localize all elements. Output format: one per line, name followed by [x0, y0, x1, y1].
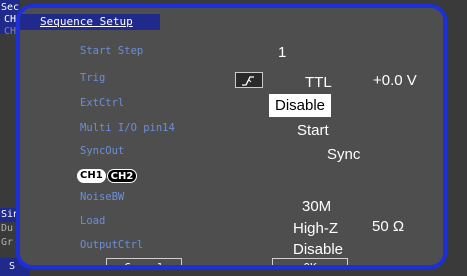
value-load-mode[interactable]: High-Z	[293, 220, 338, 237]
value-outputctrl[interactable]: Disable	[293, 241, 343, 258]
channel-tabs[interactable]: CH1 CH2	[77, 169, 138, 183]
label-trig: Trig	[80, 72, 106, 84]
label-load: Load	[80, 215, 106, 227]
label-start-step: Start Step	[80, 45, 144, 57]
bg-tab-ch2: CH	[4, 26, 17, 37]
value-noisebw[interactable]: 30M	[302, 198, 331, 215]
tab-ch1[interactable]: CH1	[77, 169, 106, 183]
value-load-ohms[interactable]: 50 Ω	[372, 218, 404, 235]
cancel-button[interactable]: Cancel	[106, 258, 182, 265]
value-trig-level[interactable]: +0.0 V	[373, 72, 417, 89]
value-multi-io[interactable]: Start	[297, 122, 329, 139]
bg-tab-ch1: CH	[4, 14, 17, 25]
value-syncout[interactable]: Sync	[327, 146, 360, 163]
trigger-edge-button[interactable]	[235, 72, 263, 88]
ok-button[interactable]: OK	[272, 258, 348, 265]
value-trig-mode[interactable]: TTL	[305, 74, 332, 91]
bg-tab-label: Sec	[1, 2, 20, 13]
value-start-step[interactable]: 1	[278, 44, 286, 61]
label-syncout: SyncOut	[80, 145, 125, 157]
instrument-screen: Sec CH CH Sin Du Gr S Sequence Setup Sta…	[0, 0, 467, 276]
dialog-title: Sequence Setup	[40, 15, 133, 28]
tab-ch2[interactable]: CH2	[106, 169, 138, 183]
label-noisebw: NoiseBW	[80, 191, 125, 203]
rising-edge-icon	[242, 76, 254, 86]
label-multi-io: Multi I/O pin14	[80, 122, 175, 134]
label-extctrl: ExtCtrl	[80, 97, 125, 109]
label-outputctrl: OutputCtrl	[80, 239, 144, 251]
sequence-setup-dialog: Sequence Setup Start Step Trig ExtCtrl M…	[16, 4, 447, 269]
value-extctrl[interactable]: Disable	[269, 94, 332, 117]
